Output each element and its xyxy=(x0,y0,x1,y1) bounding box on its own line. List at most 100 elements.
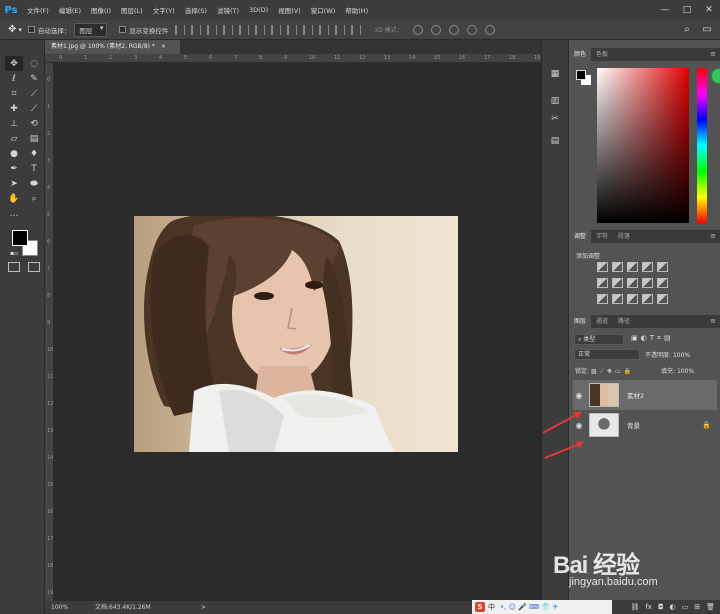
show-transform-checkbox[interactable] xyxy=(119,26,127,33)
3d-roll-icon[interactable] xyxy=(430,24,441,35)
adjust-panel-menu-icon[interactable]: ≡ xyxy=(710,230,716,243)
menu-file[interactable]: 文件(F) xyxy=(27,5,49,15)
color-field[interactable] xyxy=(597,68,689,223)
hue-saturation-icon[interactable] xyxy=(597,278,608,288)
layer-row[interactable]: ◉ 背景 🔒 xyxy=(573,410,717,440)
align-top-icon[interactable] xyxy=(175,24,186,35)
clone-stamp-tool-icon[interactable]: ⊥ xyxy=(5,116,23,131)
tab-character[interactable]: 字符 xyxy=(591,230,613,243)
minimize-button[interactable]: — xyxy=(654,0,676,20)
lasso-tool-icon[interactable]: ℓ xyxy=(5,71,23,86)
auto-select-dropdown[interactable]: 图层 xyxy=(74,22,108,37)
opacity-value[interactable]: 100% xyxy=(673,352,690,359)
screen-mode-icon[interactable] xyxy=(28,262,40,272)
distribute-right-icon[interactable] xyxy=(351,24,362,35)
3d-slide-icon[interactable] xyxy=(466,24,477,35)
hue-slider[interactable] xyxy=(697,68,707,223)
quick-select-tool-icon[interactable]: ✎ xyxy=(25,71,43,86)
more-tools-icon[interactable]: … xyxy=(5,206,23,221)
blur-tool-icon[interactable]: ● xyxy=(5,146,23,161)
tab-swatches[interactable]: 色板 xyxy=(591,48,613,61)
type-tool-icon[interactable]: T xyxy=(25,161,43,176)
tab-paths[interactable]: 路径 xyxy=(613,315,635,328)
default-colors-icon[interactable]: ▪▫ xyxy=(10,250,18,257)
healing-brush-tool-icon[interactable]: ✚ xyxy=(5,101,23,116)
status-menu-arrow[interactable]: > xyxy=(201,601,206,614)
fill-value[interactable]: 100% xyxy=(677,368,694,375)
gradient-map-icon[interactable] xyxy=(642,294,653,304)
workspace-icon[interactable]: ▭ xyxy=(700,23,714,37)
layer-filter-icons[interactable]: ▣◐T⌗▤ xyxy=(631,334,674,343)
history-icon[interactable]: ▦ xyxy=(549,68,561,80)
menu-layer[interactable]: 图层(L) xyxy=(121,5,143,15)
swatches-panel-icon[interactable]: ✂ xyxy=(549,113,561,125)
properties-icon[interactable]: ▥ xyxy=(549,95,561,107)
black-white-icon[interactable] xyxy=(627,278,638,288)
menu-window[interactable]: 窗口(W) xyxy=(311,5,336,15)
threshold-icon[interactable] xyxy=(627,294,638,304)
menu-edit[interactable]: 编辑(E) xyxy=(59,5,81,15)
shape-tool-icon[interactable]: ⬬ xyxy=(25,176,43,191)
tool-preset-chevron-icon[interactable]: ▾ xyxy=(18,26,22,34)
menu-3d[interactable]: 3D(D) xyxy=(249,6,268,14)
eye-icon[interactable]: ◉ xyxy=(573,421,585,430)
brush-tool-icon[interactable]: ⟋ xyxy=(25,101,43,116)
eyedropper-tool-icon[interactable]: ⟋ xyxy=(25,86,43,101)
tab-adjustments[interactable]: 调整 xyxy=(569,230,592,243)
channel-mixer-icon[interactable] xyxy=(657,278,668,288)
vibrance-icon[interactable] xyxy=(657,262,668,272)
new-adjustment-icon[interactable]: ◐ xyxy=(670,603,676,611)
selective-color-icon[interactable] xyxy=(657,294,668,304)
ime-language[interactable]: 中 xyxy=(488,602,495,612)
distribute-top-icon[interactable] xyxy=(271,24,282,35)
menu-select[interactable]: 选择(S) xyxy=(185,5,207,15)
align-left-icon[interactable] xyxy=(223,24,234,35)
3d-rotate-icon[interactable] xyxy=(412,24,423,35)
new-layer-icon[interactable]: ⊞ xyxy=(694,603,700,611)
tab-close-icon[interactable]: × xyxy=(161,43,166,50)
close-button[interactable]: ✕ xyxy=(698,0,720,20)
tab-channels[interactable]: 通道 xyxy=(591,315,613,328)
vertical-ruler[interactable]: 0 1 2 3 4 5 6 7 8 9 10 11 12 13 14 15 16 17 18 19 xyxy=(45,63,54,601)
eraser-tool-icon[interactable]: ▱ xyxy=(5,131,23,146)
brush-panel-icon[interactable]: ▤ xyxy=(549,135,561,147)
zoom-tool-icon[interactable]: ⌕ xyxy=(25,191,43,206)
curves-icon[interactable] xyxy=(627,262,638,272)
auto-select-checkbox[interactable] xyxy=(27,26,35,33)
move-tool-icon[interactable]: ✥ xyxy=(5,56,23,71)
link-layers-icon[interactable]: ⛓ xyxy=(630,603,639,611)
menu-help[interactable]: 帮助(H) xyxy=(345,5,368,15)
color-balance-icon[interactable] xyxy=(612,278,623,288)
align-bottom-icon[interactable] xyxy=(207,24,218,35)
ime-icons[interactable]: •, ☺ 🎤 ⌨ 👕 ✈ xyxy=(500,603,558,611)
delete-layer-icon[interactable]: 🗑 xyxy=(706,603,715,611)
path-select-tool-icon[interactable]: ➤ xyxy=(5,176,23,191)
align-vcenter-icon[interactable] xyxy=(191,24,202,35)
zoom-level[interactable]: 100% xyxy=(51,601,68,614)
posterize-icon[interactable] xyxy=(612,294,623,304)
gradient-tool-icon[interactable]: ▤ xyxy=(25,131,43,146)
maximize-button[interactable]: □ xyxy=(676,0,698,20)
distribute-hcenter-icon[interactable] xyxy=(335,24,346,35)
layer-row[interactable]: ◉ 素材2 xyxy=(573,380,717,410)
distribute-left-icon[interactable] xyxy=(319,24,330,35)
add-mask-icon[interactable]: ◘ xyxy=(658,603,664,611)
hand-tool-icon[interactable]: ✋ xyxy=(5,191,23,206)
history-brush-tool-icon[interactable]: ⟲ xyxy=(25,116,43,131)
marquee-tool-icon[interactable]: ◌ xyxy=(25,56,43,71)
pen-tool-icon[interactable]: ✒ xyxy=(5,161,23,176)
lock-icons[interactable]: ▨⟋✥▭🔒 xyxy=(591,368,634,375)
horizontal-ruler[interactable]: 0 1 2 3 4 5 6 7 8 9 10 11 12 13 14 15 16 17 18 19 xyxy=(45,54,541,63)
move-tool-icon[interactable]: ✥ xyxy=(8,24,16,35)
brightness-icon[interactable] xyxy=(597,262,608,272)
exposure-icon[interactable] xyxy=(642,262,653,272)
distribute-vcenter-icon[interactable] xyxy=(287,24,298,35)
fx-icon[interactable]: fx xyxy=(645,603,652,611)
menu-type[interactable]: 文字(Y) xyxy=(153,5,175,15)
3d-scale-icon[interactable] xyxy=(484,24,495,35)
tab-layers[interactable]: 图层 xyxy=(569,315,592,328)
3d-drag-icon[interactable] xyxy=(448,24,459,35)
crop-tool-icon[interactable]: ⌗ xyxy=(5,86,23,101)
menu-image[interactable]: 图像(I) xyxy=(91,5,111,15)
tab-color[interactable]: 颜色 xyxy=(569,48,592,61)
